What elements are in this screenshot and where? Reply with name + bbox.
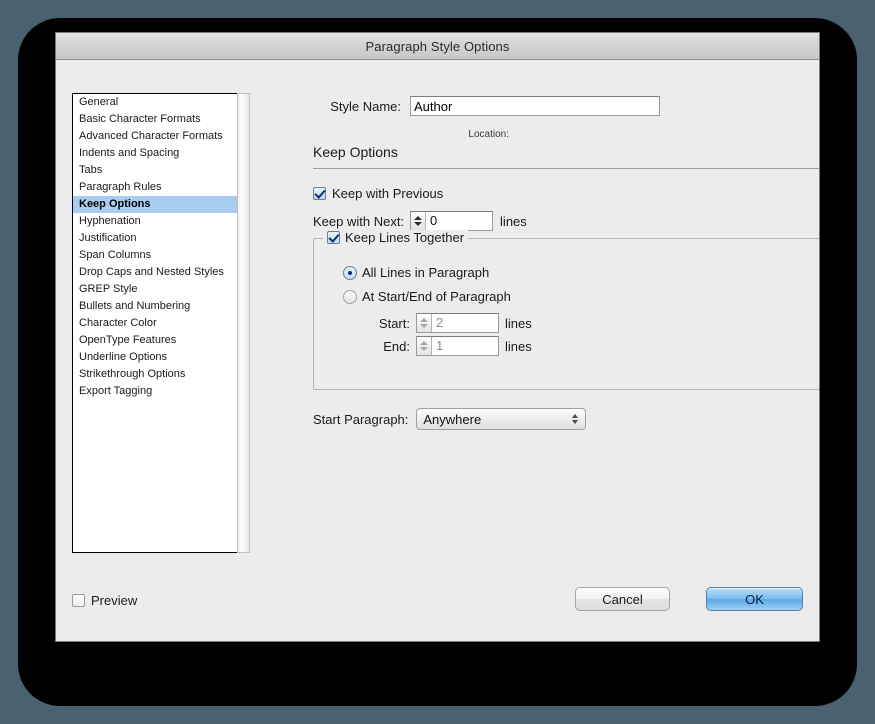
end-lines-row: End: 1 lines: [364, 336, 532, 356]
stepper-arrows-icon[interactable]: [417, 314, 432, 332]
preview-label: Preview: [91, 593, 138, 608]
section-divider: [313, 168, 819, 169]
end-lines-unit: lines: [505, 338, 532, 354]
keep-with-previous-row[interactable]: Keep with Previous: [313, 186, 443, 201]
dialog-titlebar[interactable]: Paragraph Style Options: [56, 33, 819, 60]
paragraph-style-options-dialog: Paragraph Style Options General Basic Ch…: [56, 33, 819, 641]
sidebar-item-bullets-and-numbering[interactable]: Bullets and Numbering: [73, 298, 237, 315]
triangle-up-icon: [420, 341, 428, 345]
style-name-input[interactable]: [410, 96, 660, 116]
radio-all-lines-in-paragraph[interactable]: [343, 265, 357, 280]
triangle-down-icon: [420, 324, 428, 328]
sidebar-item-justification[interactable]: Justification: [73, 230, 237, 247]
sidebar-item-opentype-features[interactable]: OpenType Features: [73, 332, 237, 349]
category-list[interactable]: General Basic Character Formats Advanced…: [72, 93, 238, 553]
sidebar-item-span-columns[interactable]: Span Columns: [73, 247, 237, 264]
options-pane: Style Name: Location: Keep Options Keep …: [259, 60, 819, 641]
radio-at-start-end-of-paragraph[interactable]: [343, 289, 357, 304]
start-lines-stepper[interactable]: 2: [416, 313, 499, 333]
sidebar-item-underline-options[interactable]: Underline Options: [73, 349, 237, 366]
keep-with-next-value[interactable]: 0: [426, 212, 492, 230]
start-paragraph-value: Anywhere: [423, 411, 482, 427]
sidebar-item-basic-character-formats[interactable]: Basic Character Formats: [73, 111, 237, 128]
chevron-updown-icon: [572, 414, 579, 424]
start-paragraph-label: Start Paragraph:: [313, 411, 409, 427]
triangle-up-icon: [420, 318, 428, 322]
start-lines-unit: lines: [505, 315, 532, 331]
keep-lines-together-legend[interactable]: Keep Lines Together: [323, 230, 469, 245]
sidebar-item-paragraph-rules[interactable]: Paragraph Rules: [73, 179, 237, 196]
cancel-button[interactable]: Cancel: [575, 587, 670, 611]
radio-at-start-end-of-paragraph-row[interactable]: At Start/End of Paragraph: [343, 289, 511, 304]
category-list-wrapper: General Basic Character Formats Advanced…: [72, 93, 250, 553]
sidebar-item-indents-and-spacing[interactable]: Indents and Spacing: [73, 145, 237, 162]
preview-row[interactable]: Preview: [72, 593, 137, 608]
sidebar-item-hyphenation[interactable]: Hyphenation: [73, 213, 237, 230]
end-lines-stepper[interactable]: 1: [416, 336, 499, 356]
keep-with-previous-checkbox[interactable]: [313, 187, 326, 200]
start-lines-label: Start:: [378, 315, 410, 331]
category-list-scrollbar[interactable]: [237, 93, 250, 553]
style-name-label: Style Name:: [330, 98, 401, 114]
keep-with-next-label: Keep with Next:: [313, 213, 405, 229]
dialog-footer: Preview Cancel OK: [56, 581, 819, 641]
triangle-up-icon: [572, 414, 579, 418]
dialog-title: Paragraph Style Options: [365, 38, 510, 54]
radio-all-lines-in-paragraph-row[interactable]: All Lines in Paragraph: [343, 265, 489, 280]
style-name-row: Style Name:: [259, 96, 799, 116]
start-paragraph-row: Start Paragraph: Anywhere: [313, 408, 587, 430]
location-row: Location:: [259, 124, 509, 142]
radio-at-start-end-of-paragraph-label: At Start/End of Paragraph: [362, 289, 511, 304]
sidebar-item-general[interactable]: General: [73, 94, 237, 111]
sidebar-item-advanced-character-formats[interactable]: Advanced Character Formats: [73, 128, 237, 145]
start-paragraph-dropdown[interactable]: Anywhere: [416, 408, 587, 430]
triangle-up-icon: [414, 216, 423, 220]
stepper-arrows-icon[interactable]: [411, 212, 427, 230]
dialog-body: General Basic Character Formats Advanced…: [56, 60, 819, 641]
end-lines-value[interactable]: 1: [432, 337, 498, 355]
keep-with-next-row: Keep with Next: 0 lines: [313, 211, 527, 231]
section-title-keep-options: Keep Options: [313, 144, 398, 160]
sidebar-item-keep-options[interactable]: Keep Options: [73, 196, 237, 213]
stepper-arrows-icon[interactable]: [417, 337, 432, 355]
keep-lines-together-checkbox[interactable]: [327, 231, 340, 244]
preview-checkbox[interactable]: [72, 594, 85, 607]
sidebar-item-character-color[interactable]: Character Color: [73, 315, 237, 332]
sidebar-item-export-tagging[interactable]: Export Tagging: [73, 383, 237, 400]
ok-button[interactable]: OK: [706, 587, 803, 611]
sidebar-item-strikethrough-options[interactable]: Strikethrough Options: [73, 366, 237, 383]
sidebar-item-drop-caps-and-nested-styles[interactable]: Drop Caps and Nested Styles: [73, 264, 237, 281]
triangle-down-icon: [420, 347, 428, 351]
radio-all-lines-in-paragraph-label: All Lines in Paragraph: [362, 265, 490, 280]
keep-with-next-stepper[interactable]: 0: [410, 211, 494, 231]
keep-with-next-unit: lines: [500, 213, 527, 229]
keep-with-previous-label: Keep with Previous: [332, 186, 444, 201]
start-lines-value[interactable]: 2: [432, 314, 498, 332]
keep-lines-together-label: Keep Lines Together: [345, 230, 465, 245]
triangle-down-icon: [572, 420, 579, 424]
end-lines-label: End:: [383, 338, 410, 354]
sidebar-item-tabs[interactable]: Tabs: [73, 162, 237, 179]
start-lines-row: Start: 2 lines: [364, 313, 532, 333]
location-label: Location:: [468, 129, 509, 140]
keep-lines-together-group: Keep Lines Together All Lines in Paragra…: [313, 230, 819, 390]
sidebar-item-grep-style[interactable]: GREP Style: [73, 281, 237, 298]
triangle-down-icon: [414, 222, 423, 226]
